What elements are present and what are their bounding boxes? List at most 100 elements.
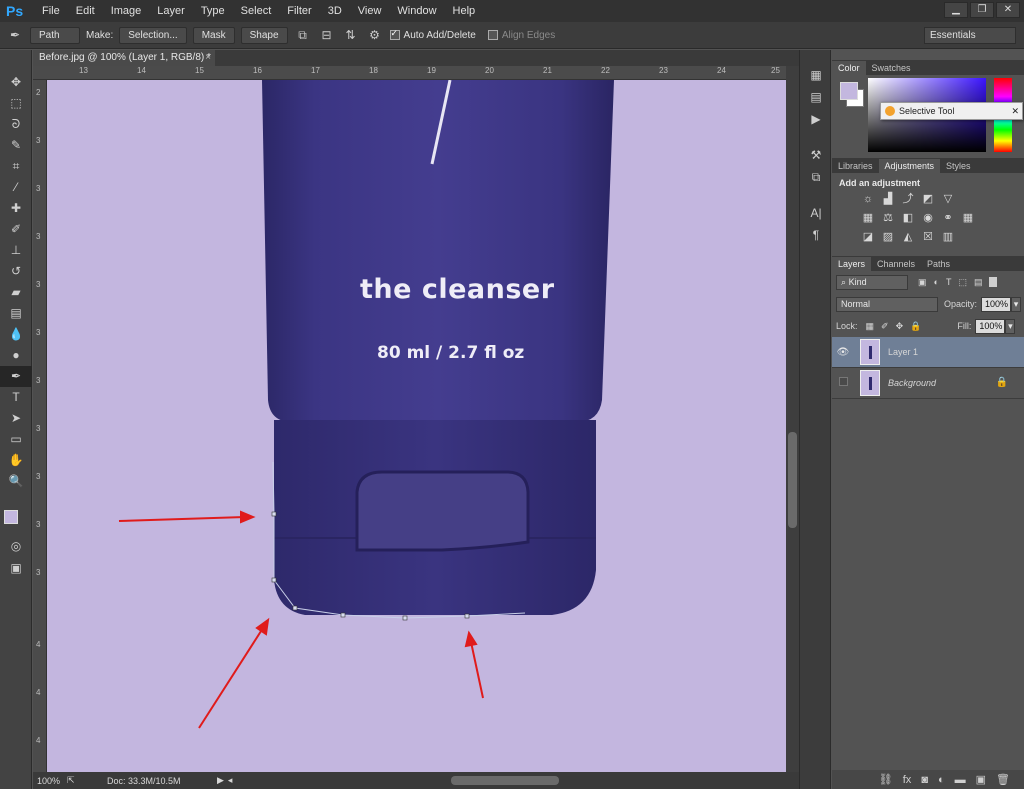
- align-edges-checkbox[interactable]: [487, 30, 498, 40]
- restore-button[interactable]: ❐: [970, 2, 994, 18]
- workspace-select[interactable]: Essentials: [924, 27, 1016, 44]
- tab-color[interactable]: Color: [832, 61, 866, 75]
- menu-image[interactable]: Image: [103, 0, 150, 22]
- vibrance-icon[interactable]: ▽: [940, 192, 956, 207]
- gradient-tool-icon[interactable]: ▤: [0, 303, 32, 324]
- vertical-scrollbar[interactable]: [786, 66, 799, 772]
- history-brush-tool-icon[interactable]: ↺: [0, 261, 32, 282]
- export-icon[interactable]: ⇱: [67, 775, 87, 786]
- selective-tool-popup[interactable]: Selective Tool ✕: [880, 102, 1023, 120]
- layer-kind-filter[interactable]: ⌕ Kind: [836, 274, 908, 290]
- blur-tool-icon[interactable]: 💧: [0, 324, 32, 345]
- menu-help[interactable]: Help: [445, 0, 484, 22]
- gradient-map-icon[interactable]: ▥: [940, 230, 956, 245]
- lock-position-icon[interactable]: ✥: [896, 321, 904, 332]
- exposure-icon[interactable]: ◩: [920, 192, 936, 207]
- delete-layer-icon[interactable]: 🗑: [996, 773, 1010, 786]
- eraser-tool-icon[interactable]: ▰: [0, 282, 32, 303]
- document-tab[interactable]: Before.jpg @ 100% (Layer 1, RGB/8) * ×: [33, 50, 215, 66]
- path-selection-tool-icon[interactable]: ➤: [0, 408, 32, 429]
- tab-channels[interactable]: Channels: [871, 257, 921, 271]
- lock-pixels-icon[interactable]: ✐: [881, 321, 889, 332]
- path-operations-icon[interactable]: ⧉: [294, 26, 312, 44]
- character-icon[interactable]: A|: [800, 202, 832, 224]
- color-balance-icon[interactable]: ⚖: [880, 211, 896, 226]
- gear-icon[interactable]: ⚙: [366, 26, 384, 44]
- layer-style-icon[interactable]: fx: [903, 774, 912, 786]
- foreground-color-swatch[interactable]: [4, 510, 18, 524]
- photo-filter-icon[interactable]: ◉: [920, 211, 936, 226]
- fill-dropdown[interactable]: ▾: [1005, 318, 1016, 334]
- menu-layer[interactable]: Layer: [149, 0, 193, 22]
- clone-source-icon[interactable]: ⧉: [800, 166, 832, 188]
- filter-shape-icon[interactable]: ⬚: [958, 277, 967, 288]
- selective-color-icon[interactable]: ☒: [920, 230, 936, 245]
- eyedropper-tool-icon[interactable]: ⁄: [0, 177, 32, 198]
- properties-icon[interactable]: ▤: [800, 86, 832, 108]
- blend-mode-select[interactable]: Normal: [836, 296, 938, 312]
- minimize-button[interactable]: ▁: [944, 2, 968, 18]
- lock-transparent-icon[interactable]: ▦: [866, 321, 875, 332]
- new-layer-icon[interactable]: ▣: [976, 773, 986, 786]
- document-canvas[interactable]: the cleanser 80 ml / 2.7 fl oz: [47, 80, 786, 772]
- menu-filter[interactable]: Filter: [279, 0, 319, 22]
- mask-button[interactable]: Mask: [192, 26, 235, 44]
- pen-tool-preset-icon[interactable]: ✒: [6, 26, 24, 44]
- zoom-tool-icon[interactable]: 🔍: [0, 471, 32, 492]
- filter-adjustment-icon[interactable]: ◐: [934, 277, 939, 287]
- paragraph-icon[interactable]: ¶: [800, 224, 832, 246]
- path-arrangement-icon[interactable]: ⇅: [342, 26, 360, 44]
- layer-row[interactable]: Background 🔒: [832, 368, 1024, 399]
- link-layers-icon[interactable]: ⛓: [879, 773, 893, 786]
- menu-3d[interactable]: 3D: [320, 0, 350, 22]
- vertical-ruler[interactable]: 2 3 3 3 3 3 3 3 3 3 3 4 4 4: [33, 80, 47, 772]
- auto-add-delete-checkbox[interactable]: [389, 28, 400, 40]
- menu-view[interactable]: View: [350, 0, 390, 22]
- tab-styles[interactable]: Styles: [940, 159, 977, 173]
- opacity-dropdown[interactable]: ▾: [1011, 296, 1022, 312]
- black-white-icon[interactable]: ◧: [900, 211, 916, 226]
- filter-pixel-icon[interactable]: ▣: [918, 277, 927, 288]
- crop-tool-icon[interactable]: ⌗: [0, 156, 32, 177]
- rectangle-tool-icon[interactable]: ▭: [0, 429, 32, 450]
- brush-tool-icon[interactable]: ✐: [0, 219, 32, 240]
- eye-icon[interactable]: 👁: [832, 347, 854, 358]
- type-tool-icon[interactable]: T: [0, 387, 32, 408]
- brightness-contrast-icon[interactable]: ☼: [860, 192, 876, 207]
- shape-button[interactable]: Shape: [240, 26, 288, 44]
- filter-toggle-icon[interactable]: [989, 277, 998, 287]
- quick-mask-icon[interactable]: ◎: [0, 536, 32, 557]
- tab-layers[interactable]: Layers: [832, 257, 872, 271]
- zoom-level[interactable]: 100%: [37, 776, 67, 786]
- add-mask-icon[interactable]: ◙: [921, 774, 928, 786]
- dodge-tool-icon[interactable]: ●: [0, 345, 32, 366]
- lasso-tool-icon[interactable]: ᘐ: [0, 114, 32, 135]
- close-icon[interactable]: ✕: [1011, 103, 1019, 119]
- path-alignment-icon[interactable]: ⊟: [318, 26, 336, 44]
- layer-name[interactable]: Layer 1: [888, 347, 918, 357]
- brush-presets-icon[interactable]: ⚒: [800, 144, 832, 166]
- move-tool-icon[interactable]: ✥: [0, 72, 32, 93]
- new-adjustment-layer-icon[interactable]: ◐: [938, 774, 945, 786]
- threshold-icon[interactable]: ◭: [900, 230, 916, 245]
- layer-row[interactable]: 👁 Layer 1: [832, 337, 1024, 368]
- tab-paths[interactable]: Paths: [921, 257, 956, 271]
- tool-mode-select[interactable]: Path: [30, 26, 80, 44]
- close-icon[interactable]: ×: [205, 50, 211, 66]
- selection-button[interactable]: Selection...: [119, 26, 187, 44]
- hand-tool-icon[interactable]: ✋: [0, 450, 32, 471]
- color-lookup-icon[interactable]: ▦: [960, 211, 976, 226]
- menu-window[interactable]: Window: [389, 0, 444, 22]
- horizontal-scroll-thumb[interactable]: [451, 776, 559, 785]
- filter-smart-object-icon[interactable]: ▤: [974, 277, 983, 288]
- fill-input[interactable]: 100%: [975, 318, 1006, 334]
- menu-file[interactable]: File: [34, 0, 68, 22]
- opacity-input[interactable]: 100%: [981, 296, 1012, 312]
- new-group-icon[interactable]: ▬: [955, 774, 966, 786]
- scroll-left-icon[interactable]: ◂: [228, 775, 233, 786]
- healing-brush-tool-icon[interactable]: ✚: [0, 198, 32, 219]
- screen-mode-icon[interactable]: ▣: [0, 558, 32, 579]
- menu-edit[interactable]: Edit: [68, 0, 103, 22]
- menu-select[interactable]: Select: [233, 0, 280, 22]
- horizontal-ruler[interactable]: 13 14 15 16 17 18 19 20 21 22 23 24 25: [33, 66, 786, 80]
